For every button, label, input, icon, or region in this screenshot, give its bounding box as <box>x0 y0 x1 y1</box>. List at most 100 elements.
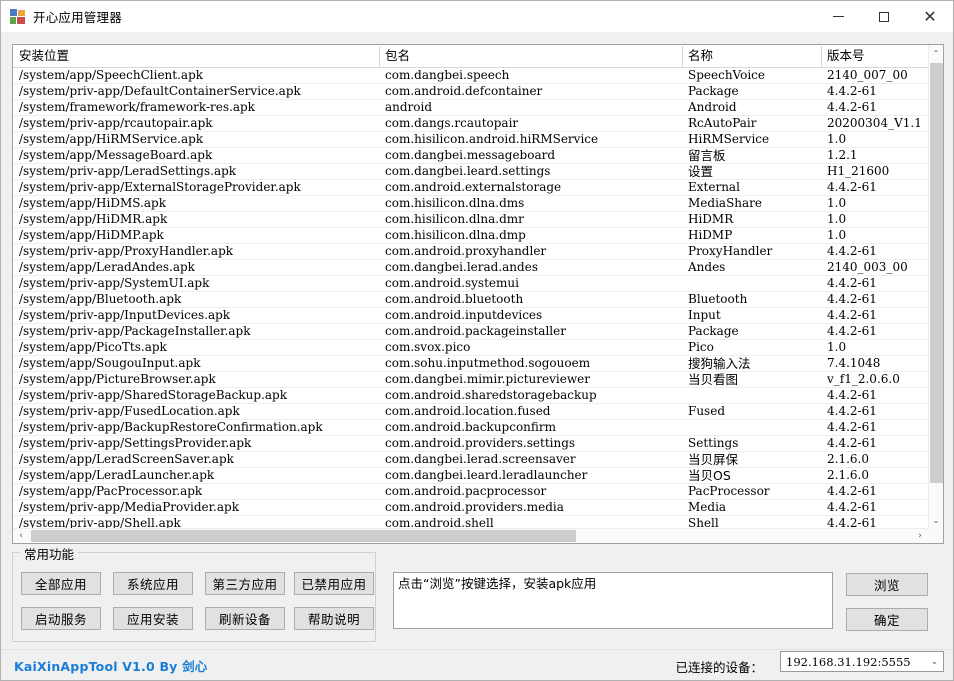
scrollbar-corner <box>928 528 943 543</box>
cell-path: /system/priv-app/ExternalStorageProvider… <box>19 180 301 194</box>
function-button-0[interactable]: 全部应用 <box>21 572 101 595</box>
column-divider[interactable] <box>682 46 683 67</box>
table-row[interactable]: /system/priv-app/SettingsProvider.apk com… <box>13 436 928 452</box>
column-divider[interactable] <box>379 46 380 67</box>
cell-version: 4.4.2-61 <box>827 180 877 194</box>
table-row[interactable]: /system/priv-app/InputDevices.apk com.and… <box>13 308 928 324</box>
cell-pkg: com.android.proxyhandler <box>385 244 547 258</box>
table-row[interactable]: /system/app/MessageBoard.apk com.dangbei.… <box>13 148 928 164</box>
cell-name <box>682 420 821 435</box>
table-row[interactable]: /system/priv-app/Shell.apk com.android.sh… <box>13 516 928 528</box>
function-button-4[interactable]: 启动服务 <box>21 607 101 630</box>
cell-path: /system/priv-app/LeradSettings.apk <box>19 164 237 178</box>
minimize-button[interactable] <box>815 1 861 32</box>
cell-name: Pico <box>688 340 714 354</box>
title-bar: 开心应用管理器 ✕ <box>1 1 953 32</box>
chevron-down-icon[interactable]: ⌄ <box>926 652 943 671</box>
table-row[interactable]: /system/app/SougouInput.apk com.sohu.inpu… <box>13 356 928 372</box>
table-row[interactable]: /system/priv-app/ProxyHandler.apk com.and… <box>13 244 928 260</box>
common-functions-group: 常用功能 全部应用 系统应用 第三方应用 已禁用应用 启动服务 应用安装 刷新设备 帮助说明 <box>12 544 376 642</box>
table-row[interactable]: /system/app/HiDMP.apk com.hisilicon.dlna.… <box>13 228 928 244</box>
function-button-3[interactable]: 已禁用应用 <box>294 572 374 595</box>
cell-version: 4.4.2-61 <box>827 516 877 528</box>
maximize-button[interactable] <box>861 1 907 32</box>
table-row[interactable]: /system/app/PacProcessor.apk com.android.… <box>13 484 928 500</box>
close-button[interactable]: ✕ <box>907 1 953 32</box>
column-header-path[interactable]: 安装位置 <box>13 45 379 67</box>
vertical-scrollbar[interactable]: ⌃ ⌄ <box>928 45 943 528</box>
table-row[interactable]: /system/priv-app/SystemUI.apk com.android… <box>13 276 928 292</box>
table-row[interactable]: /system/priv-app/ExternalStorageProvider… <box>13 180 928 196</box>
horizontal-scrollbar[interactable]: ‹ › <box>13 528 928 543</box>
cell-pkg: com.android.shell <box>385 516 494 528</box>
table-row[interactable]: /system/app/HiDMR.apk com.hisilicon.dlna.… <box>13 212 928 228</box>
function-button-7[interactable]: 帮助说明 <box>294 607 374 630</box>
cell-name: 当贝OS <box>688 468 731 483</box>
column-header-pkg[interactable]: 包名 <box>379 45 682 67</box>
table-row[interactable]: /system/priv-app/BackupRestoreConfirmati… <box>13 420 928 436</box>
function-button-2[interactable]: 第三方应用 <box>205 572 285 595</box>
device-label: 已连接的设备： <box>675 660 763 675</box>
list-rows-viewport[interactable]: /system/app/SpeechClient.apk com.dangbei.… <box>13 68 928 528</box>
device-combobox[interactable]: 192.168.31.192:5555 ⌄ <box>780 651 944 672</box>
table-row[interactable]: /system/app/Bluetooth.apk com.android.blu… <box>13 292 928 308</box>
table-row[interactable]: /system/priv-app/rcautopair.apk com.dangs… <box>13 116 928 132</box>
cell-version: 4.4.2-61 <box>827 244 877 258</box>
table-row[interactable]: /system/framework/framework-res.apk andro… <box>13 100 928 116</box>
table-row[interactable]: /system/app/PicoTts.apk com.svox.pico Pico… <box>13 340 928 356</box>
confirm-button[interactable]: 确定 <box>846 608 928 631</box>
table-row[interactable]: /system/app/LeradLauncher.apk com.dangbei… <box>13 468 928 484</box>
table-row[interactable]: /system/priv-app/LeradSettings.apk com.da… <box>13 164 928 180</box>
table-row[interactable]: /system/priv-app/SharedStorageBackup.apk… <box>13 388 928 404</box>
cell-version: 1.0 <box>827 212 847 226</box>
install-path-textbox[interactable]: 点击“浏览”按键选择，安装apk应用 <box>393 572 833 629</box>
cell-pkg: com.dangs.rcautopair <box>385 116 519 130</box>
cell-version: 4.4.2-61 <box>827 420 877 434</box>
scroll-left-icon[interactable]: ‹ <box>13 529 29 543</box>
vertical-scroll-thumb[interactable] <box>930 63 943 483</box>
horizontal-scroll-thumb[interactable] <box>31 530 576 542</box>
cell-name: Package <box>688 324 739 338</box>
cell-pkg: com.android.defcontainer <box>385 84 543 98</box>
table-row[interactable]: /system/app/SpeechClient.apk com.dangbei.… <box>13 68 928 84</box>
scroll-down-icon[interactable]: ⌄ <box>929 512 943 528</box>
cell-pkg: android <box>385 100 433 114</box>
column-divider[interactable] <box>821 46 822 67</box>
list-header: 安装位置 包名 名称 版本号 <box>13 45 943 68</box>
window-title: 开心应用管理器 <box>33 10 122 25</box>
table-row[interactable]: /system/app/LeradAndes.apk com.dangbei.le… <box>13 260 928 276</box>
cell-path: /system/priv-app/InputDevices.apk <box>19 308 231 322</box>
table-row[interactable]: /system/app/HiRMService.apk com.hisilicon… <box>13 132 928 148</box>
cell-pkg: com.android.backupconfirm <box>385 420 557 434</box>
function-button-6[interactable]: 刷新设备 <box>205 607 285 630</box>
cell-path: /system/app/HiRMService.apk <box>19 132 204 146</box>
cell-version: 20200304_V1.1 <box>827 116 922 130</box>
table-row[interactable]: /system/app/PictureBrowser.apk com.dangbe… <box>13 372 928 388</box>
column-header-version[interactable]: 版本号 <box>821 45 930 67</box>
cell-pkg: com.dangbei.messageboard <box>385 148 556 162</box>
cell-path: /system/app/MessageBoard.apk <box>19 148 213 162</box>
cell-path: /system/priv-app/PackageInstaller.apk <box>19 324 251 338</box>
app-list-panel: 安装位置 包名 名称 版本号 /system/app/SpeechClient.apk… <box>12 44 944 544</box>
scroll-right-icon[interactable]: › <box>912 529 928 543</box>
column-header-name[interactable]: 名称 <box>682 45 821 67</box>
cell-version: 1.2.1 <box>827 148 858 162</box>
table-row[interactable]: /system/app/HiDMS.apk com.hisilicon.dlna.… <box>13 196 928 212</box>
function-button-1[interactable]: 系统应用 <box>113 572 193 595</box>
cell-name: 留言板 <box>688 148 726 163</box>
cell-pkg: com.android.inputdevices <box>385 308 543 322</box>
cell-version: 1.0 <box>827 132 847 146</box>
brand-label: KaiXinAppTool V1.0 By 剑心 <box>14 659 208 674</box>
cell-name: Package <box>688 84 739 98</box>
function-button-5[interactable]: 应用安装 <box>113 607 193 630</box>
scroll-up-icon[interactable]: ⌃ <box>929 45 943 61</box>
table-row[interactable]: /system/priv-app/DefaultContainerService… <box>13 84 928 100</box>
table-row[interactable]: /system/priv-app/FusedLocation.apk com.an… <box>13 404 928 420</box>
table-row[interactable]: /system/app/LeradScreenSaver.apk com.dang… <box>13 452 928 468</box>
cell-path: /system/priv-app/SystemUI.apk <box>19 276 210 290</box>
cell-path: /system/priv-app/ProxyHandler.apk <box>19 244 234 258</box>
cell-path: /system/priv-app/SettingsProvider.apk <box>19 436 252 450</box>
table-row[interactable]: /system/priv-app/MediaProvider.apk com.an… <box>13 500 928 516</box>
table-row[interactable]: /system/priv-app/PackageInstaller.apk com… <box>13 324 928 340</box>
browse-button[interactable]: 浏览 <box>846 573 928 596</box>
